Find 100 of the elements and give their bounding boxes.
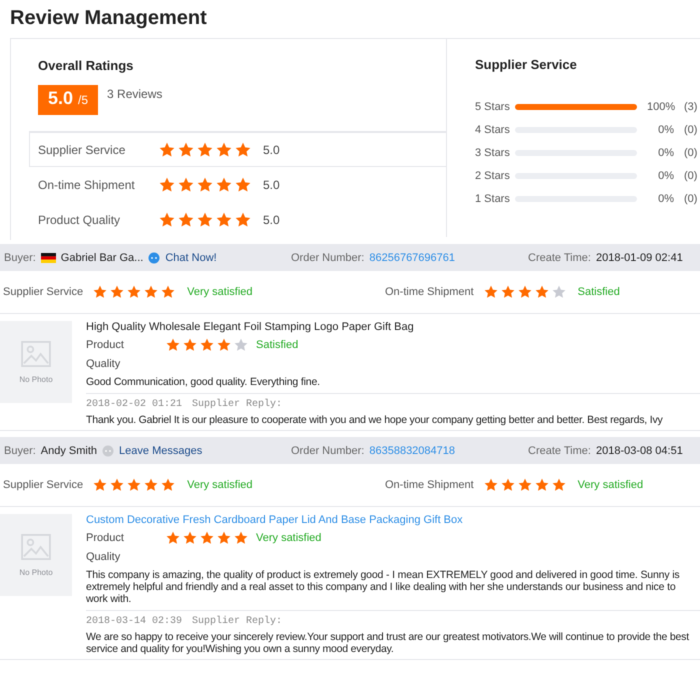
count-text: (0) <box>684 124 698 136</box>
star-icon <box>534 478 549 492</box>
star-icon <box>234 338 248 352</box>
reply-label: Supplier Reply: <box>192 616 282 627</box>
star-icon <box>178 142 194 158</box>
star-level-label: 1 Stars <box>475 193 511 205</box>
create-time-label: Create Time: <box>528 252 591 264</box>
criterion-score: 5.0 <box>263 212 280 226</box>
star-icon <box>518 478 532 492</box>
order-number-label: Order Number: <box>291 444 364 456</box>
buyer-label: Buyer: <box>4 252 36 264</box>
star-icon <box>500 285 515 299</box>
image-icon <box>21 340 51 366</box>
product-title: High Quality Wholesale Elegant Foil Stamping Logo Paper Gift Bag <box>86 321 414 333</box>
reply-time: 2018-02-02 01:21 <box>86 399 182 410</box>
score-badge: 5.0 /5 <box>38 85 98 115</box>
verdict-text: Satisfied <box>256 339 298 351</box>
contact-link[interactable]: Leave Messages <box>119 444 202 456</box>
create-time: 2018-01-09 02:41 <box>596 252 683 264</box>
star-icon <box>144 285 158 299</box>
rating-label: Supplier Service <box>3 286 84 298</box>
review-count: 3 Reviews <box>107 87 162 101</box>
star-icon <box>161 478 176 492</box>
section-heading: Supplier Service <box>475 57 578 72</box>
create-time-label: Create Time: <box>528 444 591 456</box>
review-comment: Good Communication, good quality. Everything fine. <box>86 376 321 388</box>
order-number-link[interactable]: 86358832084718 <box>369 444 456 456</box>
star-icon <box>159 142 175 158</box>
percent-text: 0% <box>657 147 674 159</box>
buyer-name: Gabriel Bar Ga... <box>60 252 144 264</box>
star-icon <box>235 212 251 228</box>
count-text: (0) <box>684 147 698 159</box>
reply-label: Supplier Reply: <box>192 399 282 410</box>
page-title: Review Management <box>9 6 208 31</box>
star-icon <box>178 212 194 228</box>
star-icon <box>110 285 124 299</box>
buyer-label: Buyer: <box>4 444 36 456</box>
reply-text: Thank you. Gabriel It is our pleasure to cooperate with you and we hope your company getting better and better. Best regards, Ivy <box>86 414 664 426</box>
buyer-name: Andy Smith <box>40 444 98 456</box>
rating-label: Supplier Service <box>3 479 84 491</box>
no-photo-text: No Photo <box>19 374 53 384</box>
rating-label: On-time Shipment <box>385 479 474 491</box>
quality-label: Quality <box>86 358 120 370</box>
star-level-label: 3 Stars <box>475 147 511 159</box>
star-icon <box>235 142 251 158</box>
criterion-label: Product Quality <box>38 212 122 226</box>
product-label: Product <box>86 339 125 351</box>
criterion-label: Supplier Service <box>38 142 126 156</box>
criterion-score: 5.0 <box>263 142 280 156</box>
star-icon <box>197 142 213 158</box>
verdict-text: Very satisfied <box>187 286 253 298</box>
product-title-link[interactable]: Custom Decorative Fresh Cardboard Paper Lid And Base Packaging Gift Box <box>86 514 463 526</box>
star-icon <box>183 531 197 545</box>
star-icon <box>518 285 532 299</box>
star-icon <box>93 285 108 299</box>
review-comment: This company is amazing, the quality of product is extremely good - I mean EXTREMELY good and delivered in good time. Sunny is extremely helpful and friendly and a real asset to this company and I like dealing with her she understands our business and nice to work with. <box>86 569 681 605</box>
star-icon <box>197 176 213 192</box>
verdict-text: Satisfied <box>578 286 620 298</box>
count-text: (3) <box>684 101 698 113</box>
star-icon <box>127 478 142 492</box>
order-number-link[interactable]: 86256767696761 <box>369 252 456 264</box>
star-icon <box>216 142 232 158</box>
star-icon <box>234 531 248 545</box>
star-level-label: 4 Stars <box>475 124 511 136</box>
star-icon <box>166 338 180 352</box>
count-text: (0) <box>684 170 698 182</box>
percent-text: 0% <box>657 170 674 182</box>
verdict-text: Very satisfied <box>256 532 322 544</box>
star-icon <box>217 338 231 352</box>
contact-link[interactable]: Chat Now! <box>165 252 217 264</box>
create-time: 2018-03-08 04:51 <box>596 444 683 456</box>
verdict-text: Very satisfied <box>578 479 644 491</box>
star-level-label: 2 Stars <box>475 170 511 182</box>
star-icon <box>161 285 176 299</box>
star-icon <box>534 285 549 299</box>
star-icon <box>93 478 108 492</box>
order-number-label: Order Number: <box>291 252 364 264</box>
star-icon <box>200 338 214 352</box>
star-icon <box>216 176 232 192</box>
star-icon <box>552 285 566 299</box>
quality-label: Quality <box>86 551 120 563</box>
star-icon <box>144 478 158 492</box>
star-icon <box>500 478 515 492</box>
star-level-label: 5 Stars <box>475 101 511 113</box>
star-icon <box>159 176 175 192</box>
section-heading: Overall Ratings <box>38 58 134 73</box>
star-icon <box>110 478 124 492</box>
reply-time: 2018-03-14 02:39 <box>86 616 182 627</box>
rating-label: On-time Shipment <box>385 286 474 298</box>
star-icon <box>183 338 197 352</box>
star-icon <box>200 531 214 545</box>
star-icon <box>552 478 566 492</box>
star-icon <box>484 478 498 492</box>
star-icon <box>166 531 180 545</box>
percent-text: 0% <box>657 124 674 136</box>
star-icon <box>484 285 498 299</box>
star-icon <box>197 212 213 228</box>
image-icon <box>21 534 51 560</box>
no-photo-text: No Photo <box>19 568 53 576</box>
star-icon <box>127 285 142 299</box>
